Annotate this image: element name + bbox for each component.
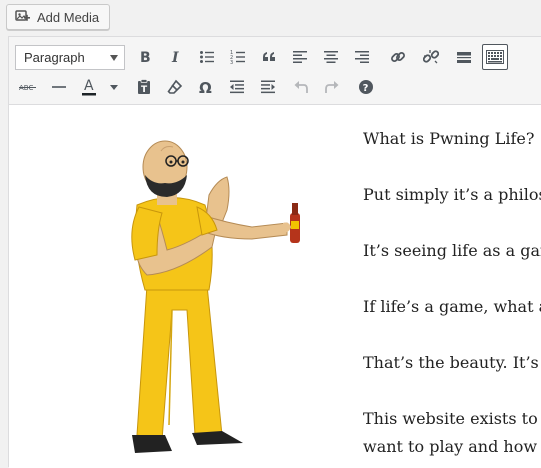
align-left-button[interactable] — [287, 44, 313, 70]
increase-indent-button[interactable] — [255, 74, 281, 100]
italic-icon: I — [171, 50, 179, 65]
editor-content[interactable]: What is Pwning Life? Put simply it’s a p… — [9, 105, 541, 468]
read-more-button[interactable] — [451, 44, 477, 70]
text-color-button[interactable]: A — [79, 74, 123, 100]
eraser-icon — [167, 79, 183, 94]
link-icon — [391, 52, 405, 62]
add-media-label: Add Media — [37, 9, 100, 25]
remove-link-button[interactable] — [418, 44, 444, 70]
svg-text:Ω: Ω — [199, 79, 212, 95]
svg-text:3: 3 — [230, 60, 233, 65]
toolbar-toggle-button[interactable] — [482, 44, 508, 70]
read-more-icon — [457, 52, 471, 63]
add-media-button[interactable]: Add Media — [6, 4, 110, 30]
chevron-down-icon — [110, 85, 118, 90]
chevron-down-icon — [110, 55, 118, 61]
align-center-icon — [324, 51, 338, 63]
paragraph-2: Put simply it’s a philos — [363, 185, 541, 204]
svg-text:A: A — [84, 78, 94, 94]
paragraph-3: It’s seeing life as a gam — [363, 241, 541, 260]
add-media-icon — [15, 9, 31, 25]
strikethrough-button[interactable]: ABC — [15, 74, 41, 100]
decrease-indent-button[interactable] — [224, 74, 250, 100]
bullet-list-icon — [200, 51, 214, 63]
keyboard-icon — [486, 50, 504, 64]
align-center-button[interactable] — [318, 44, 344, 70]
clear-formatting-button[interactable] — [162, 74, 188, 100]
svg-text:I: I — [171, 50, 179, 65]
paste-text-icon: T — [138, 79, 150, 95]
svg-text:B: B — [140, 50, 151, 65]
redo-icon — [325, 81, 339, 93]
undo-icon — [294, 81, 308, 93]
horizontal-line-button[interactable] — [46, 74, 72, 100]
blockquote-icon — [263, 52, 275, 61]
insert-link-button[interactable] — [385, 44, 411, 70]
help-icon: ? — [359, 80, 373, 94]
strikethrough-icon: ABC — [19, 84, 36, 92]
redo-button[interactable] — [319, 74, 345, 100]
editor-frame: Paragraph B I 123 A T Ω ? What is Pwning… — [8, 36, 541, 468]
bold-icon: B — [140, 50, 151, 65]
numbered-list-button[interactable]: 123 — [225, 44, 251, 70]
horizontal-line-icon — [52, 86, 66, 88]
paragraph-5: That’s the beauty. It’s — [363, 353, 539, 372]
svg-text:T: T — [141, 85, 148, 95]
align-right-button[interactable] — [349, 44, 375, 70]
editor-toolbar: Paragraph B I 123 A T Ω ? — [9, 37, 541, 105]
bold-button[interactable]: B — [132, 44, 158, 70]
italic-button[interactable]: I — [163, 44, 189, 70]
unlink-icon — [423, 50, 439, 64]
help-button[interactable]: ? — [353, 74, 379, 100]
text-color-icon: A — [82, 78, 118, 96]
bulleted-list-button[interactable] — [194, 44, 220, 70]
svg-text:?: ? — [363, 83, 369, 94]
paste-as-text-button[interactable]: T — [131, 74, 157, 100]
paragraph-1: What is Pwning Life? — [363, 129, 535, 148]
indent-icon — [261, 80, 275, 94]
format-select-value: Paragraph — [24, 50, 85, 65]
align-left-icon — [293, 51, 307, 63]
cartoon-man-illustration — [131, 140, 300, 453]
blockquote-button[interactable] — [256, 44, 282, 70]
format-select[interactable]: Paragraph — [15, 45, 125, 70]
special-character-button[interactable]: Ω — [193, 74, 219, 100]
align-right-icon — [355, 51, 369, 63]
paragraph-6: This website exists to l — [363, 409, 541, 428]
omega-icon: Ω — [199, 79, 212, 95]
outdent-icon — [230, 80, 244, 94]
undo-button[interactable] — [288, 74, 314, 100]
paragraph-4: If life’s a game, what a — [363, 297, 541, 316]
numbered-list-icon: 123 — [230, 50, 245, 65]
paragraph-6-line-2: want to play and how t — [363, 437, 541, 456]
